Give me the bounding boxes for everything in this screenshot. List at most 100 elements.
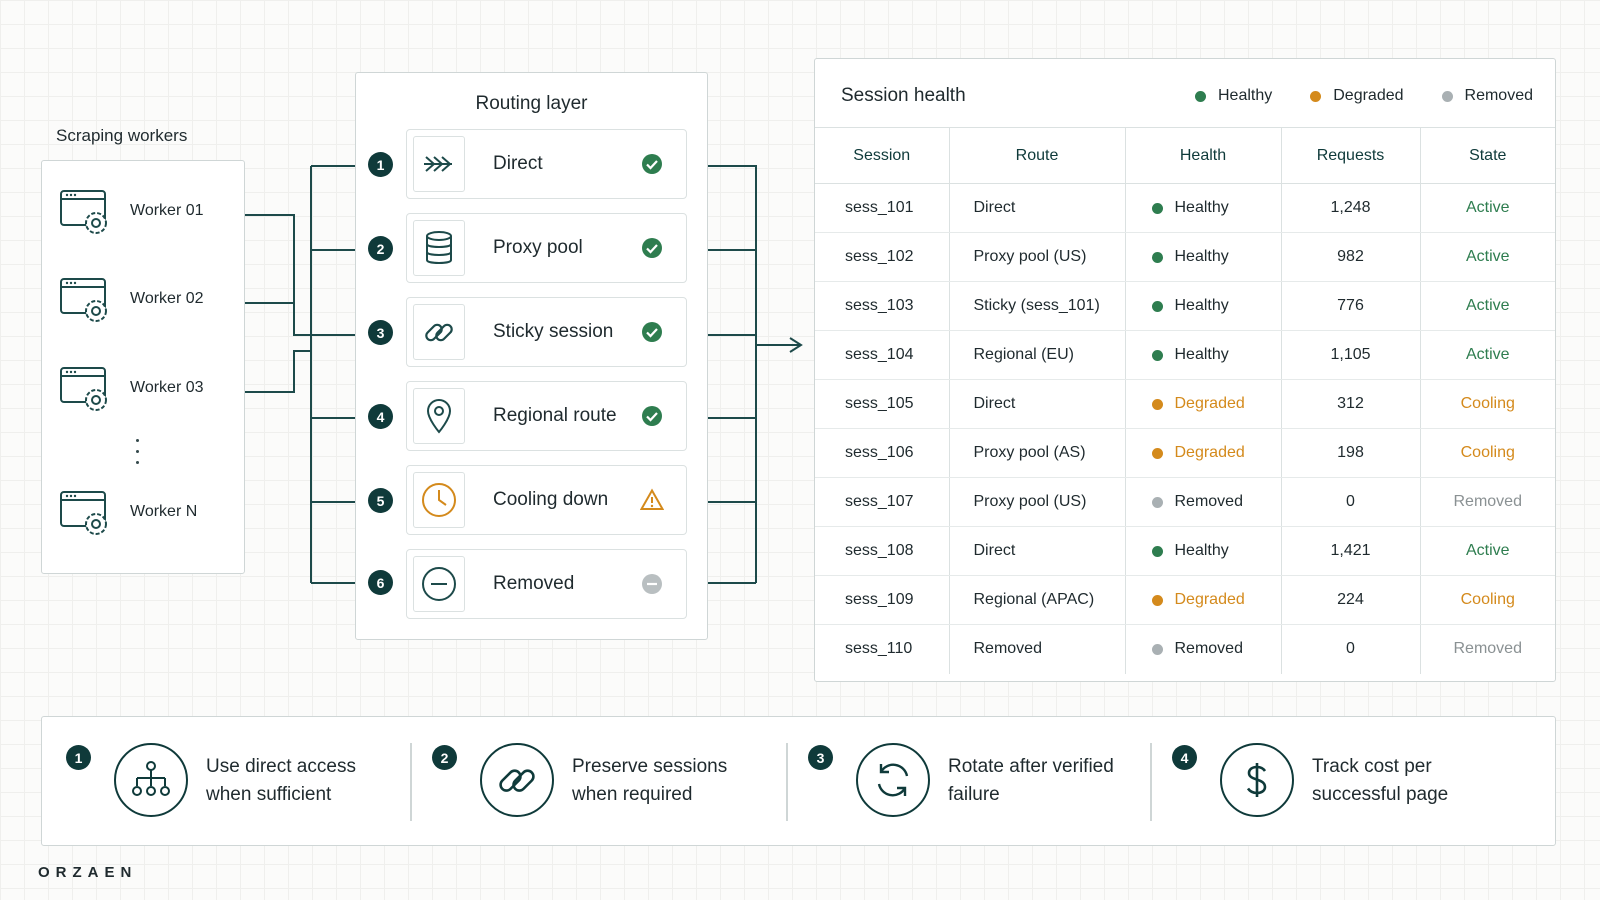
hierarchy-icon [114, 743, 188, 817]
table-row[interactable]: sess_106 Proxy pool (AS) Degraded 198 Coolin… [815, 428, 1555, 478]
session-id-cell: sess_105 [815, 379, 949, 429]
health-label: Healthy [1174, 297, 1229, 314]
health-cell: Healthy [1124, 183, 1281, 233]
table-row[interactable]: sess_102 Proxy pool (US) Healthy 982 Active [815, 232, 1555, 282]
requests-cell: 224 [1280, 575, 1420, 625]
route-number-badge: 4 [368, 404, 393, 429]
column-header[interactable]: Session [815, 127, 949, 184]
route-direct[interactable]: Direct [406, 129, 687, 199]
brand-logo: ORZAEN [38, 864, 138, 881]
route-label: Cooling down [493, 489, 609, 510]
health-legend: Healthy Degraded Removed [1157, 87, 1533, 105]
route-proxy-pool[interactable]: Proxy pool [406, 213, 687, 283]
principle-text: Use direct access when sufficient [206, 756, 356, 805]
minus-circle-icon [413, 556, 465, 612]
health-label: Healthy [1174, 542, 1229, 559]
removed-icon [642, 574, 662, 594]
route-number-badge: 1 [368, 152, 393, 177]
dollar-icon [1220, 743, 1294, 817]
health-cell: Removed [1124, 477, 1281, 527]
table-row[interactable]: sess_101 Direct Healthy 1,248 Active [815, 183, 1555, 233]
table-row[interactable]: sess_105 Direct Degraded 312 Cooling [815, 379, 1555, 429]
health-label: Healthy [1174, 346, 1229, 363]
route-cell: Proxy pool (US) [948, 232, 1125, 282]
route-label: Direct [493, 153, 543, 174]
principle-number-badge: 2 [432, 745, 457, 770]
health-dot-icon [1151, 349, 1163, 361]
state-cell: Cooling [1419, 379, 1555, 429]
session-id-cell: sess_109 [815, 575, 949, 625]
requests-cell: 776 [1280, 281, 1420, 331]
health-label: Removed [1174, 493, 1243, 510]
health-label: Removed [1174, 640, 1243, 658]
clock-icon [413, 472, 465, 528]
session-health-title: Session health [841, 85, 966, 106]
principle-number-badge: 1 [66, 745, 91, 770]
legend-healthy: Healthy [1194, 87, 1272, 105]
table-header-row: Session Route Health Requests State [815, 127, 1555, 184]
worker-item[interactable]: Worker N [58, 486, 197, 538]
route-label: Regional route [493, 405, 617, 426]
health-cell: Healthy [1124, 526, 1281, 576]
column-header[interactable]: State [1419, 127, 1555, 184]
state-cell: Active [1419, 183, 1555, 233]
worker-item[interactable]: Worker 01 [58, 185, 204, 237]
more-workers-ellipsis [136, 439, 140, 472]
routing-title: Routing layer [475, 93, 588, 114]
health-label: Degraded [1174, 591, 1245, 608]
route-removed[interactable]: Removed [406, 549, 687, 619]
health-cell: Degraded [1124, 428, 1281, 478]
column-header[interactable]: Route [948, 127, 1125, 184]
worker-label: Worker 03 [130, 379, 204, 396]
route-label: Sticky session [493, 321, 614, 342]
session-id-cell: sess_104 [815, 330, 949, 380]
worker-window-gear-icon [60, 190, 107, 234]
session-id-cell: sess_110 [845, 640, 913, 658]
worker-item[interactable]: Worker 02 [58, 273, 204, 325]
session-health-panel: Session health Healthy Degraded Removed … [814, 58, 1556, 682]
session-id-cell: sess_101 [815, 183, 949, 233]
route-cell: Removed [948, 624, 1125, 674]
state-cell: Active [1419, 526, 1555, 576]
requests-cell: 312 [1280, 379, 1420, 429]
divider [410, 743, 412, 821]
route-cell: Direct [948, 183, 1125, 233]
health-label: Degraded [1174, 444, 1245, 461]
check-icon [642, 238, 662, 258]
route-sticky-session[interactable]: Sticky session [406, 297, 687, 367]
requests-cell: 198 [1280, 428, 1420, 478]
health-label: Healthy [1174, 248, 1229, 265]
state-cell: Cooling [1419, 575, 1555, 625]
link-icon [480, 743, 554, 817]
column-header[interactable]: Health [1124, 127, 1281, 184]
table-row[interactable]: sess_104 Regional (EU) Healthy 1,105 Active [815, 330, 1555, 380]
session-table: Session Route Health Requests State sess… [815, 127, 1555, 674]
requests-cell: 0 [1280, 477, 1420, 527]
table-row[interactable]: sess_107 Proxy pool (US) Removed 0 Removed [815, 477, 1555, 527]
worker-label: Worker 01 [130, 202, 204, 219]
route-cell: Direct [948, 526, 1125, 576]
route-cell: Proxy pool (US) [948, 477, 1125, 527]
table-row[interactable]: sess_110 Removed Removed 0 Removed [815, 624, 1555, 674]
route-number-badge: 2 [368, 236, 393, 261]
worker-item[interactable]: Worker 03 [58, 362, 204, 414]
worker-label: Worker 02 [130, 290, 204, 307]
column-header[interactable]: Requests [1280, 127, 1420, 184]
health-dot-icon [1151, 202, 1163, 214]
link-icon [413, 304, 465, 360]
route-cooling-down[interactable]: Cooling down [406, 465, 687, 535]
direct-arrows-icon [413, 136, 465, 192]
rotate-icon [856, 743, 930, 817]
route-regional[interactable]: Regional route [406, 381, 687, 451]
principle-text: Track cost per successful page [1312, 756, 1449, 805]
table-row[interactable]: sess_103 Sticky (sess_101) Healthy 776 Activ… [815, 281, 1555, 331]
health-cell: Degraded [1124, 575, 1281, 625]
worker-label: Worker N [130, 503, 198, 520]
requests-cell: 1,105 [1280, 330, 1420, 380]
session-id-cell: sess_103 [815, 281, 949, 331]
table-row[interactable]: sess_108 Direct Healthy 1,421 Active [815, 526, 1555, 576]
legend-degraded: Degraded [1310, 87, 1404, 105]
table-row[interactable]: sess_109 Regional (APAC) Degraded 224 Coolin… [815, 575, 1555, 625]
health-dot-icon [1151, 496, 1163, 508]
health-label: Healthy [1174, 199, 1229, 216]
